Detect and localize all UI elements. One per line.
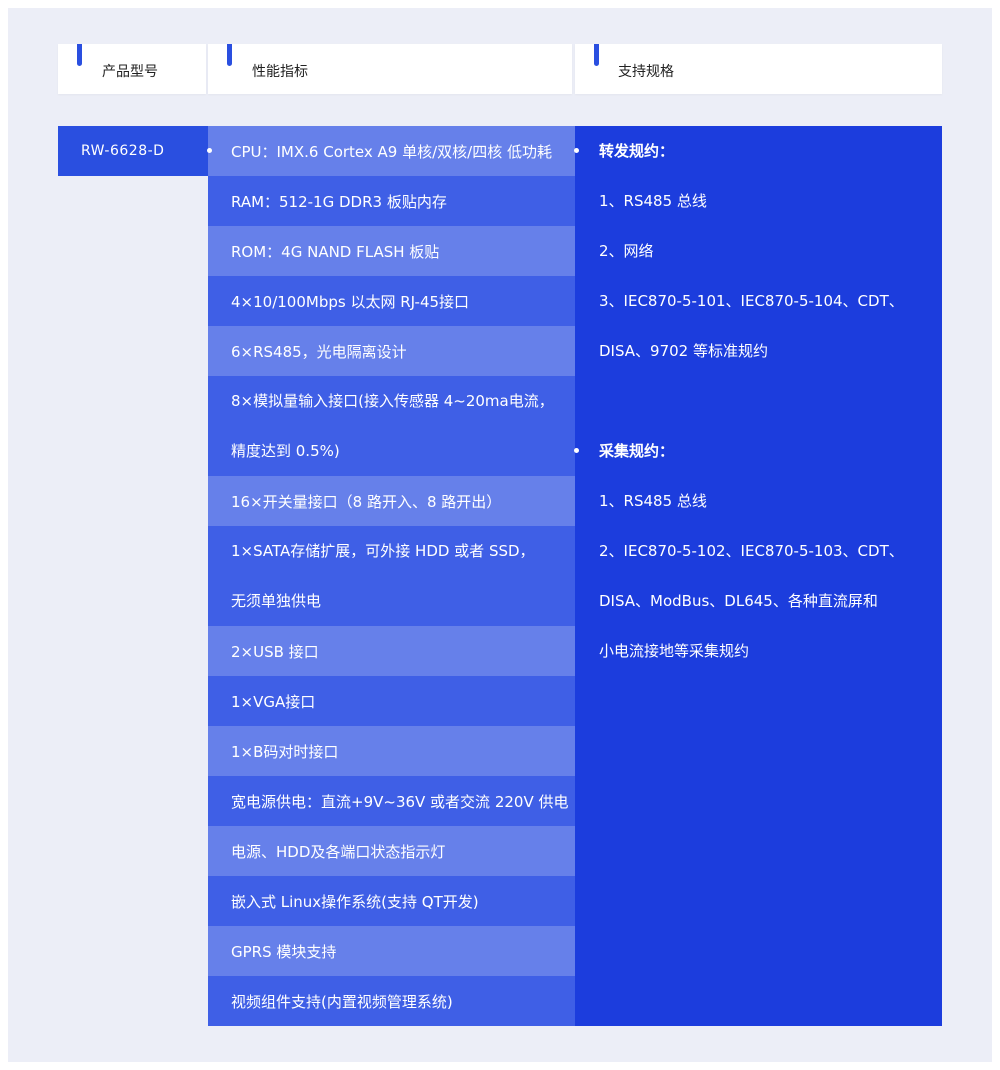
bullet-dot-icon <box>574 148 579 153</box>
bullet-dot-icon <box>207 148 212 153</box>
perf-row: CPU：IMX.6 Cortex A9 单核/双核/四核 低功耗 <box>208 126 575 176</box>
perf-row: 2×USB 接口 <box>208 626 575 676</box>
perf-row: 16×开关量接口（8 路开入、8 路开出） <box>208 476 575 526</box>
forward-protocol-line: 2、网络 <box>599 242 654 260</box>
header-accent-bar <box>594 44 599 66</box>
perf-row: 电源、HDD及各端口状态指示灯 <box>208 826 575 876</box>
perf-row: RAM：512-1G DDR3 板贴内存 <box>208 176 575 226</box>
perf-row: 4×10/100Mbps 以太网 RJ-45接口 <box>208 276 575 326</box>
performance-list: CPU：IMX.6 Cortex A9 单核/双核/四核 低功耗 RAM：512… <box>208 126 575 1026</box>
perf-row: 8×模拟量输入接口(接入传感器 4~20ma电流， 精度达到 0.5%) <box>208 376 575 476</box>
header-spec-label: 支持规格 <box>618 64 674 80</box>
perf-row: 嵌入式 Linux操作系统(支持 QT开发) <box>208 876 575 926</box>
perf-row: 1×B码对时接口 <box>208 726 575 776</box>
forward-protocol-line: DISA、9702 等标准规约 <box>599 342 768 360</box>
perf-row: ROM：4G NAND FLASH 板贴 <box>208 226 575 276</box>
collect-protocol-title: 采集规约： <box>599 442 675 460</box>
perf-row: GPRS 模块支持 <box>208 926 575 976</box>
forward-protocol-line: 3、IEC870-5-101、IEC870-5-104、CDT、 <box>599 292 904 310</box>
perf-row: 视频组件支持(内置视频管理系统) <box>208 976 575 1026</box>
collect-protocol-line: 2、IEC870-5-102、IEC870-5-103、CDT、 <box>599 542 904 560</box>
spec-panel: 转发规约： 1、RS485 总线 2、网络 3、IEC870-5-101、IEC… <box>575 126 942 1026</box>
header-accent-bar <box>77 44 82 66</box>
model-cell: RW-6628-D <box>58 126 208 176</box>
perf-row: 1×SATA存储扩展，可外接 HDD 或者 SSD， 无须单独供电 <box>208 526 575 626</box>
collect-protocol-line: DISA、ModBus、DL645、各种直流屏和 <box>599 592 878 610</box>
bullet-dot-icon <box>574 448 579 453</box>
forward-protocol-line: 1、RS485 总线 <box>599 192 707 210</box>
perf-row: 宽电源供电：直流+9V~36V 或者交流 220V 供电 <box>208 776 575 826</box>
collect-protocol-line: 1、RS485 总线 <box>599 492 707 510</box>
header-model-label: 产品型号 <box>102 64 158 80</box>
header-performance-label: 性能指标 <box>252 64 308 80</box>
perf-row: 1×VGA接口 <box>208 676 575 726</box>
header-accent-bar <box>227 44 232 66</box>
forward-protocol-title: 转发规约： <box>599 142 675 160</box>
model-name: RW-6628-D <box>81 143 165 159</box>
collect-protocol-line: 小电流接地等采集规约 <box>599 642 750 660</box>
perf-row: 6×RS485，光电隔离设计 <box>208 326 575 376</box>
